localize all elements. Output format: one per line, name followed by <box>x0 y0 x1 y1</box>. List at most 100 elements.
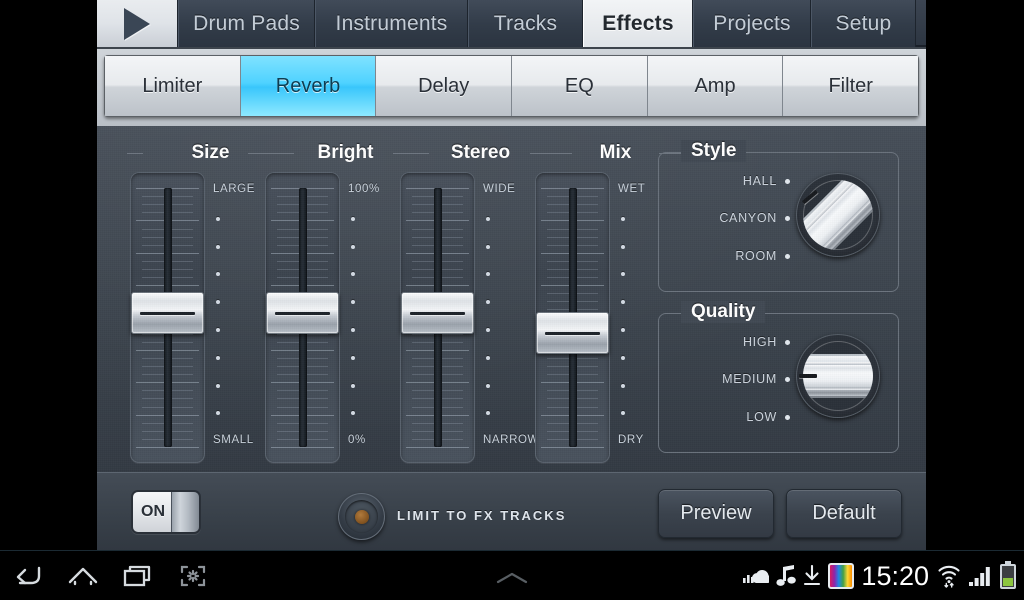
scale-dot-icon <box>486 244 490 249</box>
preview-label: Preview <box>680 502 752 524</box>
app-icon <box>828 563 855 589</box>
led-indicator-icon <box>354 509 369 524</box>
quality-option-label: LOW <box>746 410 777 424</box>
tab-tracks[interactable]: Tracks <box>468 0 583 47</box>
tab-label: Tracks <box>493 11 558 35</box>
tab-label: Drum Pads <box>193 11 300 35</box>
style-option-room[interactable]: ROOM <box>735 249 790 263</box>
fader-thumb-stereo[interactable] <box>401 292 474 334</box>
fader-name: Size <box>191 142 230 163</box>
quality-option-high[interactable]: HIGH <box>743 335 790 349</box>
fader-track-mix[interactable] <box>535 172 610 463</box>
quality-option-low[interactable]: LOW <box>746 410 790 424</box>
fader-track-stereo[interactable] <box>400 172 475 463</box>
scale-dot-icon <box>216 411 220 416</box>
chevron-up-icon <box>496 572 528 584</box>
tab-label: Projects <box>713 11 791 35</box>
scale-dot-icon <box>621 383 625 388</box>
back-icon <box>16 566 40 585</box>
play-icon <box>124 7 150 40</box>
battery-icon <box>1000 560 1016 589</box>
style-option-hall[interactable]: HALL <box>743 174 790 188</box>
knob-pointer-icon <box>799 374 817 378</box>
scale-dot-icon <box>621 244 625 249</box>
quality-option-medium[interactable]: MEDIUM <box>722 372 790 386</box>
style-option-canyon[interactable]: CANYON <box>719 211 790 225</box>
effect-tab-delay[interactable]: Delay <box>376 56 513 116</box>
expand-handle[interactable] <box>495 571 529 584</box>
screenshot-icon <box>180 565 205 587</box>
style-option-label: ROOM <box>735 249 777 263</box>
scale-dot-icon <box>486 216 490 221</box>
scale-dot-icon <box>486 272 490 277</box>
fader-thumb-mix[interactable] <box>536 312 609 355</box>
scale-dot-icon <box>621 272 625 277</box>
fader-thumb-bright[interactable] <box>266 292 339 334</box>
scale-dot-icon <box>351 328 355 332</box>
effect-tab-label: Reverb <box>275 74 341 97</box>
default-button[interactable]: Default <box>786 489 902 538</box>
effect-tab-amp[interactable]: Amp <box>647 56 784 116</box>
app-window: Drum Pads Instruments Tracks Effects Pro… <box>97 0 926 550</box>
fader-bottom-label: 0% <box>348 434 366 446</box>
effect-tab-label: Limiter <box>142 74 203 97</box>
fader-track-size[interactable] <box>130 172 205 463</box>
tab-label: Instruments <box>335 11 448 35</box>
effect-tab-limiter[interactable]: Limiter <box>105 56 241 116</box>
fader-thumb-size[interactable] <box>131 292 204 334</box>
option-dot-icon <box>785 215 790 221</box>
reverb-controls-panel: Size LARGE SMALL Bright 100% 0% Stereo W… <box>97 126 926 472</box>
recents-button[interactable] <box>110 551 165 600</box>
scale-dot-icon <box>351 272 355 277</box>
scale-dot-icon <box>621 411 625 416</box>
style-option-label: HALL <box>742 174 777 188</box>
fader-name: Mix <box>599 142 632 163</box>
effect-tab-label: Amp <box>694 74 736 97</box>
navigation-buttons <box>0 551 220 600</box>
sound-cloud-icon <box>743 569 770 583</box>
tab-effects[interactable]: Effects <box>583 0 693 47</box>
scale-dot-icon <box>351 411 355 416</box>
quality-options: HIGH MEDIUM LOW <box>660 314 790 452</box>
tab-projects[interactable]: Projects <box>693 0 811 47</box>
style-option-label: CANYON <box>719 211 777 225</box>
tab-drum-pads[interactable]: Drum Pads <box>178 0 315 47</box>
style-knob[interactable] <box>796 173 880 257</box>
option-dot-icon <box>785 178 790 184</box>
effect-tab-eq[interactable]: EQ <box>512 56 648 116</box>
tab-instruments[interactable]: Instruments <box>315 0 468 47</box>
effect-on-toggle[interactable]: ON <box>131 490 201 534</box>
transport-play-button[interactable] <box>97 0 178 47</box>
download-icon <box>804 565 821 586</box>
scale-dot-icon <box>216 216 220 221</box>
option-dot-icon <box>785 414 790 420</box>
home-button[interactable] <box>55 551 110 600</box>
fader-track-bright[interactable] <box>265 172 340 463</box>
bottom-bar: ON LIMIT TO FX TRACKS Preview Default <box>97 472 926 550</box>
option-dot-icon <box>785 253 790 259</box>
title-rule-left <box>532 153 572 154</box>
scale-dot-icon <box>216 244 220 249</box>
status-clock: 15:20 <box>861 560 929 591</box>
quality-option-label: HIGH <box>742 335 777 349</box>
scale-dot-icon <box>216 355 220 360</box>
android-system-bar: 15:20 <box>0 550 1024 600</box>
back-button[interactable] <box>0 551 55 600</box>
fader-top-label: LARGE <box>213 183 255 195</box>
scale-dot-icon <box>351 383 355 388</box>
effect-tab-reverb[interactable]: Reverb <box>240 56 377 116</box>
toggle-handle[interactable] <box>171 492 199 532</box>
music-note-icon <box>776 565 797 586</box>
scale-dot-icon <box>486 355 490 360</box>
tab-setup[interactable]: Setup <box>811 0 916 47</box>
limit-to-fx-tracks-label: LIMIT TO FX TRACKS <box>397 508 567 523</box>
title-rule-left <box>262 153 278 154</box>
limit-to-fx-tracks-button[interactable] <box>338 493 385 540</box>
option-dot-icon <box>785 339 790 345</box>
effect-tab-filter[interactable]: Filter <box>783 56 919 116</box>
fader-bottom-label: SMALL <box>213 434 254 446</box>
screenshot-button[interactable] <box>165 551 220 600</box>
preview-button[interactable]: Preview <box>658 489 774 538</box>
option-dot-icon <box>785 376 790 382</box>
quality-knob[interactable] <box>796 334 880 418</box>
